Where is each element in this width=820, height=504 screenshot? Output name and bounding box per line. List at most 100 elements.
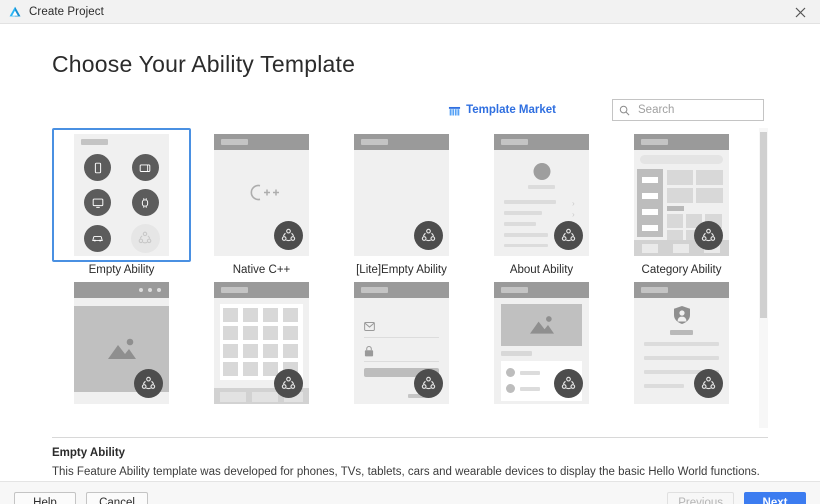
- dialog-body: Choose Your Ability Template Template Ma…: [0, 24, 820, 481]
- toolbar: Template Market: [20, 99, 800, 121]
- harmony-badge-icon: [274, 221, 303, 250]
- template-cell-grid[interactable]: [192, 276, 331, 412]
- template-cell-gallery[interactable]: [52, 276, 191, 412]
- close-icon[interactable]: [780, 0, 820, 24]
- device-icon-grid: [74, 150, 169, 256]
- cancel-button[interactable]: Cancel: [86, 492, 148, 504]
- divider: [52, 437, 768, 438]
- template-card[interactable]: [612, 276, 751, 410]
- template-thumbnail-feed: [494, 282, 589, 404]
- description-text: This Feature Ability template was develo…: [52, 466, 760, 478]
- watch-icon: [131, 189, 159, 217]
- envelope-icon: [364, 322, 375, 331]
- template-card[interactable]: [52, 128, 191, 262]
- template-card[interactable]: [192, 128, 331, 262]
- create-project-dialog: Create Project Choose Your Ability Templ…: [0, 0, 820, 504]
- harmony-badge-icon: [694, 369, 723, 398]
- template-card[interactable]: [332, 276, 471, 410]
- description-title: Empty Ability: [52, 447, 126, 459]
- cpp-logo-icon: [214, 181, 309, 210]
- search-box[interactable]: [612, 99, 764, 121]
- thumb-header-pill: [81, 139, 108, 145]
- thumb-header: [634, 134, 729, 150]
- template-thumbnail-profile: [634, 282, 729, 404]
- image-placeholder: [501, 304, 582, 346]
- template-cell-profile[interactable]: [612, 276, 751, 412]
- thumb-header: [494, 282, 589, 298]
- tv-icon: [84, 189, 112, 217]
- help-button[interactable]: Help: [14, 492, 76, 504]
- template-thumbnail-category: [634, 134, 729, 256]
- harmony-badge-icon: [274, 369, 303, 398]
- template-market-link[interactable]: Template Market: [448, 104, 556, 117]
- template-label: Empty Ability: [88, 264, 155, 276]
- thumb-header: [354, 282, 449, 298]
- template-thumbnail-gallery: [74, 282, 169, 404]
- dialog-footer: Help Cancel Previous Next: [0, 480, 820, 504]
- template-label: [Lite]Empty Ability: [356, 264, 447, 276]
- template-thumbnail-grid: [214, 282, 309, 404]
- template-card[interactable]: [192, 276, 331, 410]
- car-icon: [84, 224, 112, 252]
- template-cell-empty-ability[interactable]: Empty Ability: [52, 128, 191, 276]
- harmony-badge-icon: [414, 221, 443, 250]
- template-grid-area: Empty Ability Native C++ [Lite]Empty Abi…: [52, 128, 768, 428]
- template-grid-scroll[interactable]: Empty Ability Native C++ [Lite]Empty Abi…: [52, 128, 768, 428]
- thumb-header: [74, 134, 169, 150]
- thumb-header: [214, 282, 309, 298]
- template-cell-login[interactable]: [332, 276, 471, 412]
- harmony-badge-icon: [414, 369, 443, 398]
- template-card[interactable]: [52, 276, 191, 410]
- lock-icon: [364, 346, 374, 357]
- template-label: Category Ability: [641, 264, 722, 276]
- image-icon: [529, 316, 554, 334]
- search-input[interactable]: [636, 103, 757, 117]
- template-card[interactable]: [472, 276, 611, 410]
- harmony-badge-icon: [554, 221, 583, 250]
- window-title: Create Project: [29, 5, 104, 18]
- thumb-search-bar: [640, 155, 723, 164]
- thumb-header-dots: [139, 288, 161, 292]
- avatar-placeholder: [533, 163, 550, 180]
- page-title: Choose Your Ability Template: [52, 51, 356, 77]
- tablet-icon: [131, 154, 159, 182]
- thumb-header: [74, 282, 169, 298]
- thumb-sidebar: [637, 169, 663, 237]
- deveco-triangle-logo-icon: [9, 6, 21, 16]
- template-description: Empty Ability This Feature Ability templ…: [52, 447, 782, 481]
- template-cell-feed[interactable]: [472, 276, 611, 412]
- thumb-header: [214, 134, 309, 150]
- image-icon: [107, 338, 136, 359]
- template-thumbnail-about: › › › ›: [494, 134, 589, 256]
- template-cell-native-cpp[interactable]: Native C++: [192, 128, 331, 276]
- template-thumbnail-login: [354, 282, 449, 404]
- thumb-header: [634, 282, 729, 298]
- template-grid: Empty Ability Native C++ [Lite]Empty Abi…: [52, 128, 754, 412]
- template-thumbnail-blank: [354, 134, 449, 256]
- thumb-header: [494, 134, 589, 150]
- store-icon: [449, 106, 461, 116]
- shield-person-icon: [674, 306, 690, 324]
- template-market-label: Template Market: [466, 104, 556, 116]
- previous-button[interactable]: Previous: [667, 492, 734, 504]
- template-cell-about-ability[interactable]: › › › ›: [472, 128, 611, 276]
- harmony-badge-icon: [134, 369, 163, 398]
- template-card[interactable]: › › › ›: [472, 128, 611, 262]
- template-card[interactable]: [612, 128, 751, 262]
- thumb-header: [354, 134, 449, 150]
- template-thumbnail-cpp: [214, 134, 309, 256]
- template-label: About Ability: [509, 264, 574, 276]
- template-grid-scrollbar[interactable]: [759, 128, 768, 428]
- window-titlebar: Create Project: [0, 0, 820, 24]
- next-button[interactable]: Next: [744, 492, 806, 504]
- harmony-badge-icon: [554, 369, 583, 398]
- template-thumbnail-devices: [74, 134, 169, 256]
- template-cell-category-ability[interactable]: Category Ability: [612, 128, 751, 276]
- harmony-badge-icon: [694, 221, 723, 250]
- search-icon: [619, 105, 630, 115]
- phone-icon: [84, 154, 112, 182]
- scrollbar-thumb[interactable]: [760, 132, 767, 318]
- harmony-badge-faded-icon: [130, 223, 160, 253]
- template-cell-lite-empty-ability[interactable]: [Lite]Empty Ability: [332, 128, 471, 276]
- template-card[interactable]: [332, 128, 471, 262]
